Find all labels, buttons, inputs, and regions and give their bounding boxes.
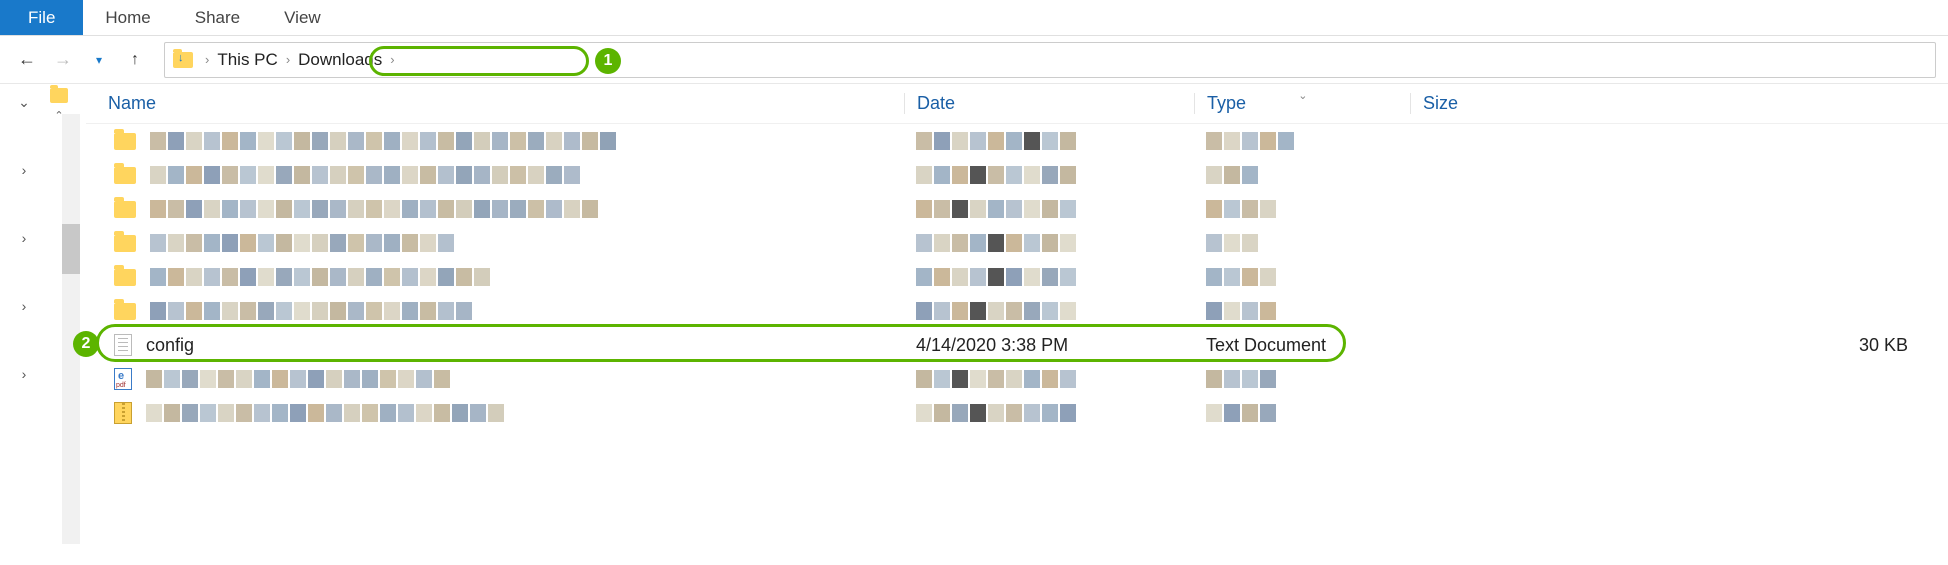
table-row[interactable] <box>86 226 1948 260</box>
table-row[interactable] <box>86 192 1948 226</box>
ribbon-tab-share[interactable]: Share <box>173 0 262 35</box>
breadcrumb-separator-icon: › <box>390 52 394 67</box>
redacted-text <box>916 200 1194 218</box>
text-file-icon <box>114 334 132 356</box>
navigation-tree: ⌄ › › › › ⌃ <box>0 84 86 565</box>
table-row[interactable] <box>86 294 1948 328</box>
redacted-text <box>150 200 598 218</box>
arrow-right-icon: → <box>54 49 72 70</box>
column-headers: Name Date ⌄ Type Size <box>86 84 1948 124</box>
redacted-text <box>1206 370 1410 388</box>
folder-icon <box>114 235 136 252</box>
zip-file-icon <box>114 402 132 424</box>
redacted-text <box>916 132 1194 150</box>
folder-icon <box>114 201 136 218</box>
annotation-badge-1: 1 <box>595 48 621 74</box>
redacted-text <box>1206 132 1410 150</box>
sort-indicator-icon: ⌄ <box>1298 89 1307 102</box>
file-date: 4/14/2020 3:38 PM <box>904 335 1194 356</box>
folder-icon <box>114 133 136 150</box>
folder-icon <box>114 167 136 184</box>
redacted-text <box>916 234 1194 252</box>
redacted-text <box>1206 404 1410 422</box>
breadcrumb-folder[interactable]: Downloads <box>298 50 382 70</box>
breadcrumb-separator-icon: › <box>205 52 209 67</box>
nav-recent-dropdown[interactable]: ▾ <box>84 45 114 75</box>
table-row[interactable] <box>86 260 1948 294</box>
file-rows: config 4/14/2020 3:38 PM Text Document 3… <box>86 124 1948 430</box>
breadcrumb-separator-icon: › <box>286 52 290 67</box>
nav-up-button[interactable]: ↑ <box>120 45 150 75</box>
redacted-text <box>150 302 472 320</box>
annotation-highlight-breadcrumb <box>369 46 589 76</box>
redacted-text <box>1206 166 1410 184</box>
nav-back-button[interactable]: ← <box>12 45 42 75</box>
table-row[interactable] <box>86 362 1948 396</box>
table-row-config[interactable]: config 4/14/2020 3:38 PM Text Document 3… <box>86 328 1948 362</box>
column-header-name[interactable]: Name <box>108 93 904 114</box>
ribbon-tab-home[interactable]: Home <box>83 0 172 35</box>
tree-scrollbar[interactable] <box>62 114 80 544</box>
redacted-text <box>1206 302 1410 320</box>
redacted-text <box>916 370 1194 388</box>
redacted-text <box>150 132 616 150</box>
column-header-type-label: Type <box>1207 93 1246 113</box>
file-list-pane: Name Date ⌄ Type Size <box>86 84 1948 565</box>
column-header-size[interactable]: Size <box>1410 93 1948 114</box>
ribbon-tab-view[interactable]: View <box>262 0 343 35</box>
nav-forward-button[interactable]: → <box>48 45 78 75</box>
folder-icon <box>114 303 136 320</box>
redacted-text <box>916 302 1194 320</box>
tree-collapse-toggle[interactable]: ⌄ <box>12 90 36 114</box>
downloads-folder-icon <box>173 52 193 68</box>
chevron-down-icon: ▾ <box>96 53 102 67</box>
redacted-text <box>150 234 454 252</box>
tree-expand-toggle[interactable]: › <box>12 294 36 318</box>
redacted-text <box>146 404 504 422</box>
main-content: ⌄ › › › › ⌃ Name Date ⌄ Type Size <box>0 84 1948 565</box>
file-type: Text Document <box>1194 335 1410 356</box>
pdf-file-icon <box>114 368 132 390</box>
folder-icon <box>50 88 68 103</box>
breadcrumb-root[interactable]: This PC <box>217 50 277 70</box>
table-row[interactable] <box>86 124 1948 158</box>
address-bar[interactable]: › This PC › Downloads › 1 <box>164 42 1936 78</box>
column-header-date[interactable]: Date <box>904 93 1194 114</box>
redacted-text <box>916 404 1194 422</box>
tree-expand-toggle[interactable]: › <box>12 158 36 182</box>
redacted-text <box>916 166 1194 184</box>
file-name: config <box>146 335 194 356</box>
redacted-text <box>150 268 490 286</box>
ribbon-tab-file[interactable]: File <box>0 0 83 35</box>
file-size: 30 KB <box>1410 335 1948 356</box>
arrow-left-icon: ← <box>18 49 36 70</box>
table-row[interactable] <box>86 158 1948 192</box>
table-row[interactable] <box>86 396 1948 430</box>
redacted-text <box>1206 268 1410 286</box>
tree-scrollbar-thumb[interactable] <box>62 224 80 274</box>
redacted-text <box>1206 200 1410 218</box>
navigation-bar: ← → ▾ ↑ › This PC › Downloads › 1 <box>0 36 1948 84</box>
redacted-text <box>150 166 580 184</box>
redacted-text <box>916 268 1194 286</box>
tree-expand-toggle[interactable]: › <box>12 362 36 386</box>
arrow-up-icon: ↑ <box>131 51 139 69</box>
column-header-type[interactable]: ⌄ Type <box>1194 93 1410 114</box>
redacted-text <box>146 370 450 388</box>
redacted-text <box>1206 234 1410 252</box>
folder-icon <box>114 269 136 286</box>
ribbon-bar: File Home Share View <box>0 0 1948 36</box>
tree-expand-toggle[interactable]: › <box>12 226 36 250</box>
